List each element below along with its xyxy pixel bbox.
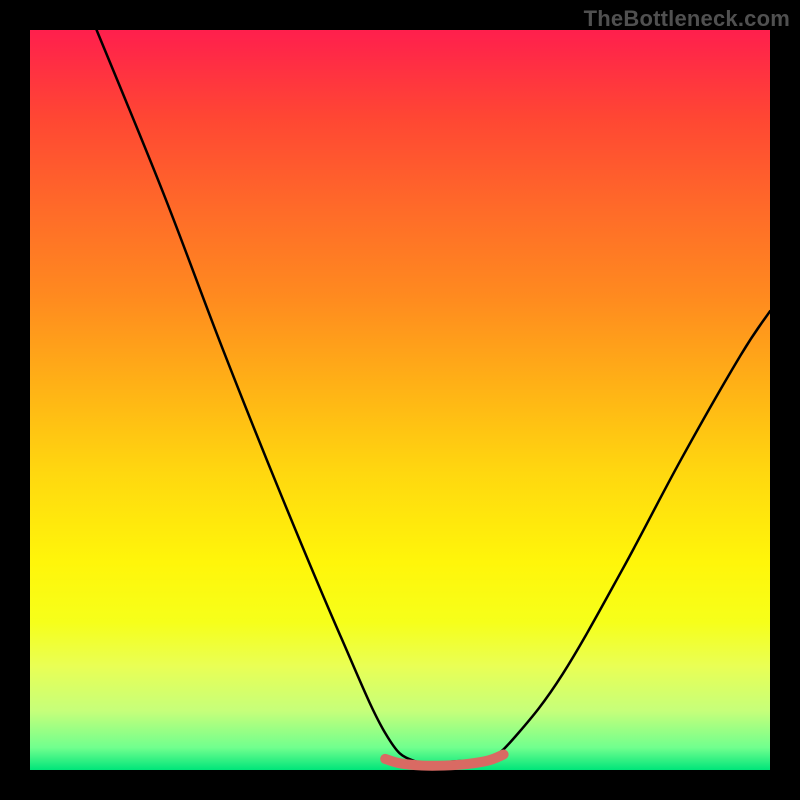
watermark-label: TheBottleneck.com [584,6,790,32]
chart-svg [30,30,770,770]
chart-plot-area [30,30,770,770]
bottleneck-curve [97,30,770,763]
chart-frame: TheBottleneck.com [0,0,800,800]
